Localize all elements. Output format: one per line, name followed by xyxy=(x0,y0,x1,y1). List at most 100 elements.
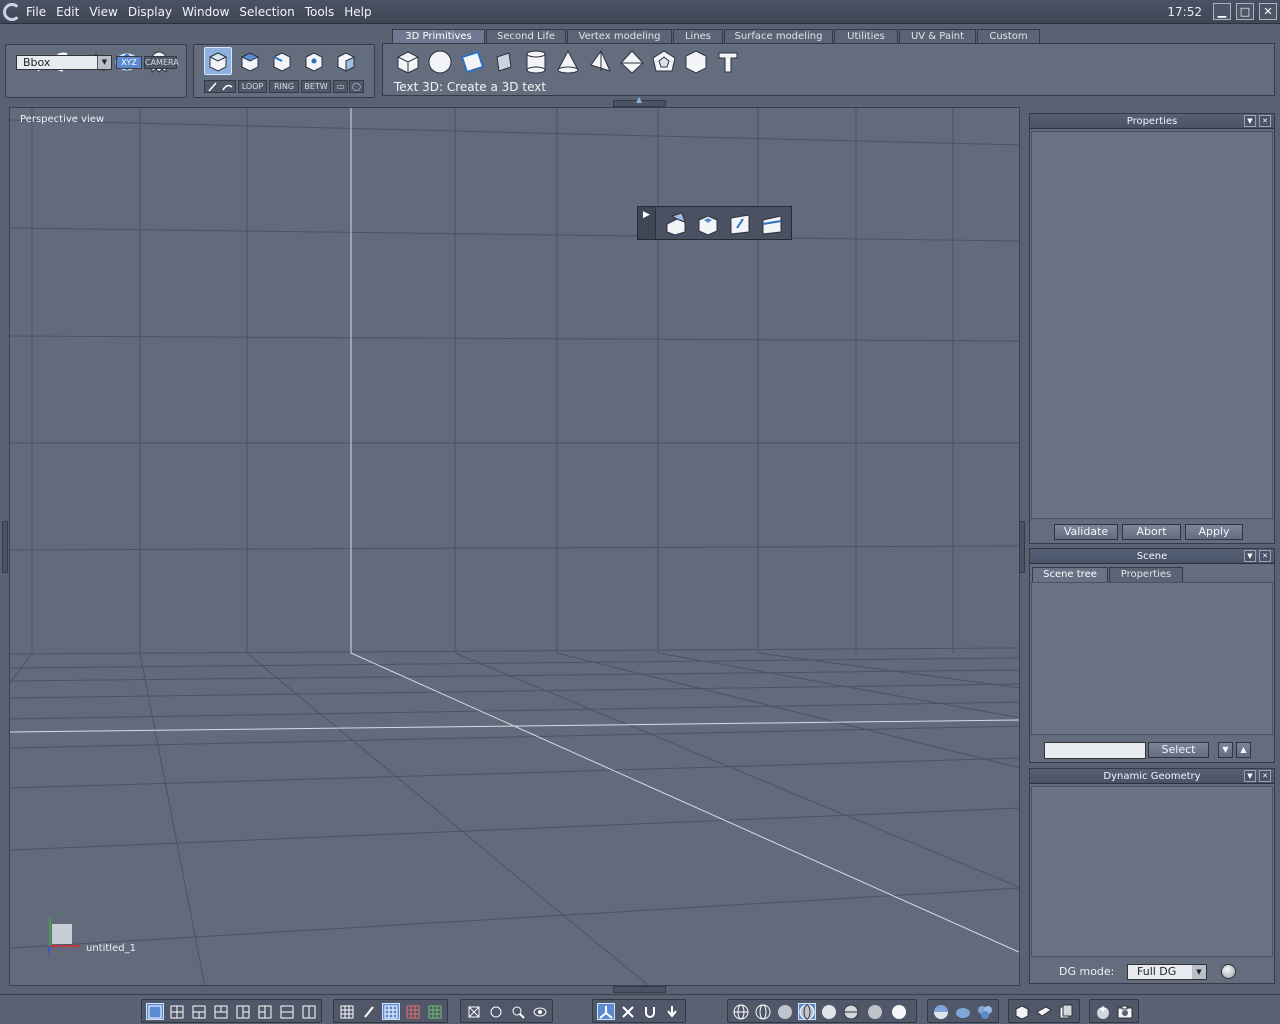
vertex-mode-icon[interactable] xyxy=(300,47,328,75)
tab-lines[interactable]: Lines xyxy=(673,29,723,44)
layout-three-left-icon[interactable] xyxy=(234,1003,252,1020)
close-button[interactable]: ✕ xyxy=(1259,3,1277,20)
menu-edit[interactable]: Edit xyxy=(51,0,84,24)
flat-shade-icon[interactable] xyxy=(776,1003,794,1020)
text-3d-icon[interactable] xyxy=(714,48,742,76)
validate-button[interactable]: Validate xyxy=(1054,524,1118,540)
snap-magnet-icon[interactable] xyxy=(641,1003,659,1020)
panel-menu-icon[interactable]: ▼ xyxy=(1244,550,1256,562)
lighting-multi-icon[interactable] xyxy=(976,1003,994,1020)
panel-close-icon[interactable]: ✕ xyxy=(1259,770,1271,782)
right-collapse-handle[interactable] xyxy=(1019,521,1025,573)
maximize-button[interactable]: □ xyxy=(1236,3,1254,20)
camera-icon[interactable] xyxy=(1116,1003,1134,1020)
dodecahedron-primitive-icon[interactable] xyxy=(650,48,678,76)
apply-button[interactable]: Apply xyxy=(1185,524,1243,540)
menu-display[interactable]: Display xyxy=(123,0,177,24)
left-collapse-handle[interactable] xyxy=(2,521,8,573)
bbox-select[interactable]: Bbox ▼ xyxy=(16,55,112,70)
layout-quad-icon[interactable] xyxy=(168,1003,186,1020)
menu-selection[interactable]: Selection xyxy=(234,0,299,24)
grid-green-icon[interactable] xyxy=(426,1003,444,1020)
xyz-toggle[interactable]: XYZ xyxy=(116,56,142,69)
render-sphere-icon[interactable] xyxy=(1094,1003,1112,1020)
perspective-viewport[interactable]: Perspective view untitled_1 xyxy=(9,107,1020,986)
bevel-icon[interactable] xyxy=(694,210,722,238)
loop-button[interactable]: LOOP xyxy=(238,80,267,93)
lasso-select-icon[interactable]: ◯ xyxy=(349,80,364,93)
tab-uv-paint[interactable]: UV & Paint xyxy=(899,29,976,44)
panel-close-icon[interactable]: ✕ xyxy=(1259,115,1271,127)
stacked-box-icon[interactable] xyxy=(1035,1003,1053,1020)
sphere-primitive-icon[interactable] xyxy=(426,48,454,76)
zoom-icon[interactable] xyxy=(509,1003,527,1020)
grid-icon[interactable] xyxy=(338,1003,356,1020)
wire-shade-icon[interactable] xyxy=(798,1003,816,1020)
brush-icon[interactable] xyxy=(360,1003,378,1020)
grid-blue-icon[interactable] xyxy=(382,1003,400,1020)
octahedron-primitive-icon[interactable] xyxy=(618,48,646,76)
object-mode-icon[interactable] xyxy=(204,47,232,75)
solid-box-icon[interactable] xyxy=(1013,1003,1031,1020)
extrude-icon[interactable] xyxy=(662,210,690,238)
plane-grid-icon[interactable] xyxy=(490,48,518,76)
camera-toggle[interactable]: CAMERA xyxy=(144,56,179,69)
face-mode-icon[interactable] xyxy=(236,47,264,75)
dg-status-icon[interactable] xyxy=(1221,964,1236,979)
inset-icon[interactable] xyxy=(726,210,754,238)
rect-select-icon[interactable]: ▭ xyxy=(333,80,348,93)
menu-help[interactable]: Help xyxy=(339,0,376,24)
snap-down-icon[interactable] xyxy=(663,1003,681,1020)
layout-horizontal-icon[interactable] xyxy=(278,1003,296,1020)
lighting-sphere-icon[interactable] xyxy=(932,1003,950,1020)
menu-tools[interactable]: Tools xyxy=(300,0,340,24)
layout-three-top-icon[interactable] xyxy=(190,1003,208,1020)
ring-button[interactable]: RING xyxy=(269,80,299,93)
smooth-wire-icon[interactable] xyxy=(842,1003,860,1020)
snap-axis-icon[interactable] xyxy=(597,1003,615,1020)
panel-menu-icon[interactable]: ▼ xyxy=(1244,770,1256,782)
wireframe-globe-icon[interactable] xyxy=(732,1003,750,1020)
render-shade-icon[interactable] xyxy=(890,1003,908,1020)
cone-primitive-icon[interactable] xyxy=(554,48,582,76)
chevron-up-icon[interactable]: ▲ xyxy=(1236,742,1251,758)
panel-close-icon[interactable]: ✕ xyxy=(1259,550,1271,562)
multi-mode-icon[interactable] xyxy=(332,47,360,75)
pages-icon[interactable] xyxy=(1057,1003,1075,1020)
lighting-dome-icon[interactable] xyxy=(954,1003,972,1020)
zoom-fit-icon[interactable] xyxy=(465,1003,483,1020)
tab-scene-tree[interactable]: Scene tree xyxy=(1032,567,1108,582)
tab-scene-properties[interactable]: Properties xyxy=(1109,567,1183,582)
layout-three-right-icon[interactable] xyxy=(256,1003,274,1020)
top-collapse-handle[interactable]: ▲ xyxy=(613,95,666,107)
hidden-line-globe-icon[interactable] xyxy=(754,1003,772,1020)
menu-window[interactable]: Window xyxy=(177,0,234,24)
cylinder-primitive-icon[interactable] xyxy=(522,48,550,76)
cube-primitive-icon[interactable] xyxy=(394,48,422,76)
tab-custom[interactable]: Custom xyxy=(977,29,1040,44)
pan-icon[interactable] xyxy=(487,1003,505,1020)
select-button[interactable]: Select xyxy=(1148,742,1209,758)
scene-tree-body[interactable] xyxy=(1031,582,1273,735)
layout-three-bottom-icon[interactable] xyxy=(212,1003,230,1020)
tab-vertex-modeling[interactable]: Vertex modeling xyxy=(567,29,672,44)
panel-menu-icon[interactable]: ▼ xyxy=(1244,115,1256,127)
pyramid-primitive-icon[interactable] xyxy=(586,48,614,76)
scene-search-input[interactable] xyxy=(1044,742,1146,759)
betw-button[interactable]: BETW xyxy=(301,80,331,93)
tab-utilities[interactable]: Utilities xyxy=(834,29,898,44)
minimize-button[interactable]: ▁ xyxy=(1213,3,1231,20)
edge-mode-icon[interactable] xyxy=(268,47,296,75)
snap-tool-icon[interactable] xyxy=(619,1003,637,1020)
chevron-down-icon[interactable]: ▼ xyxy=(1218,742,1233,758)
layout-single-icon[interactable] xyxy=(146,1003,164,1020)
material-shade-icon[interactable] xyxy=(866,1003,884,1020)
menu-view[interactable]: View xyxy=(84,0,122,24)
tab-surface-modeling[interactable]: Surface modeling xyxy=(724,29,833,44)
smooth-shade-icon[interactable] xyxy=(820,1003,838,1020)
geosphere-primitive-icon[interactable] xyxy=(682,48,710,76)
menu-file[interactable]: File xyxy=(21,0,51,24)
tab-3d-primitives[interactable]: 3D Primitives xyxy=(392,29,485,44)
edge-tools-icon[interactable] xyxy=(204,80,236,93)
layout-vertical-icon[interactable] xyxy=(300,1003,318,1020)
